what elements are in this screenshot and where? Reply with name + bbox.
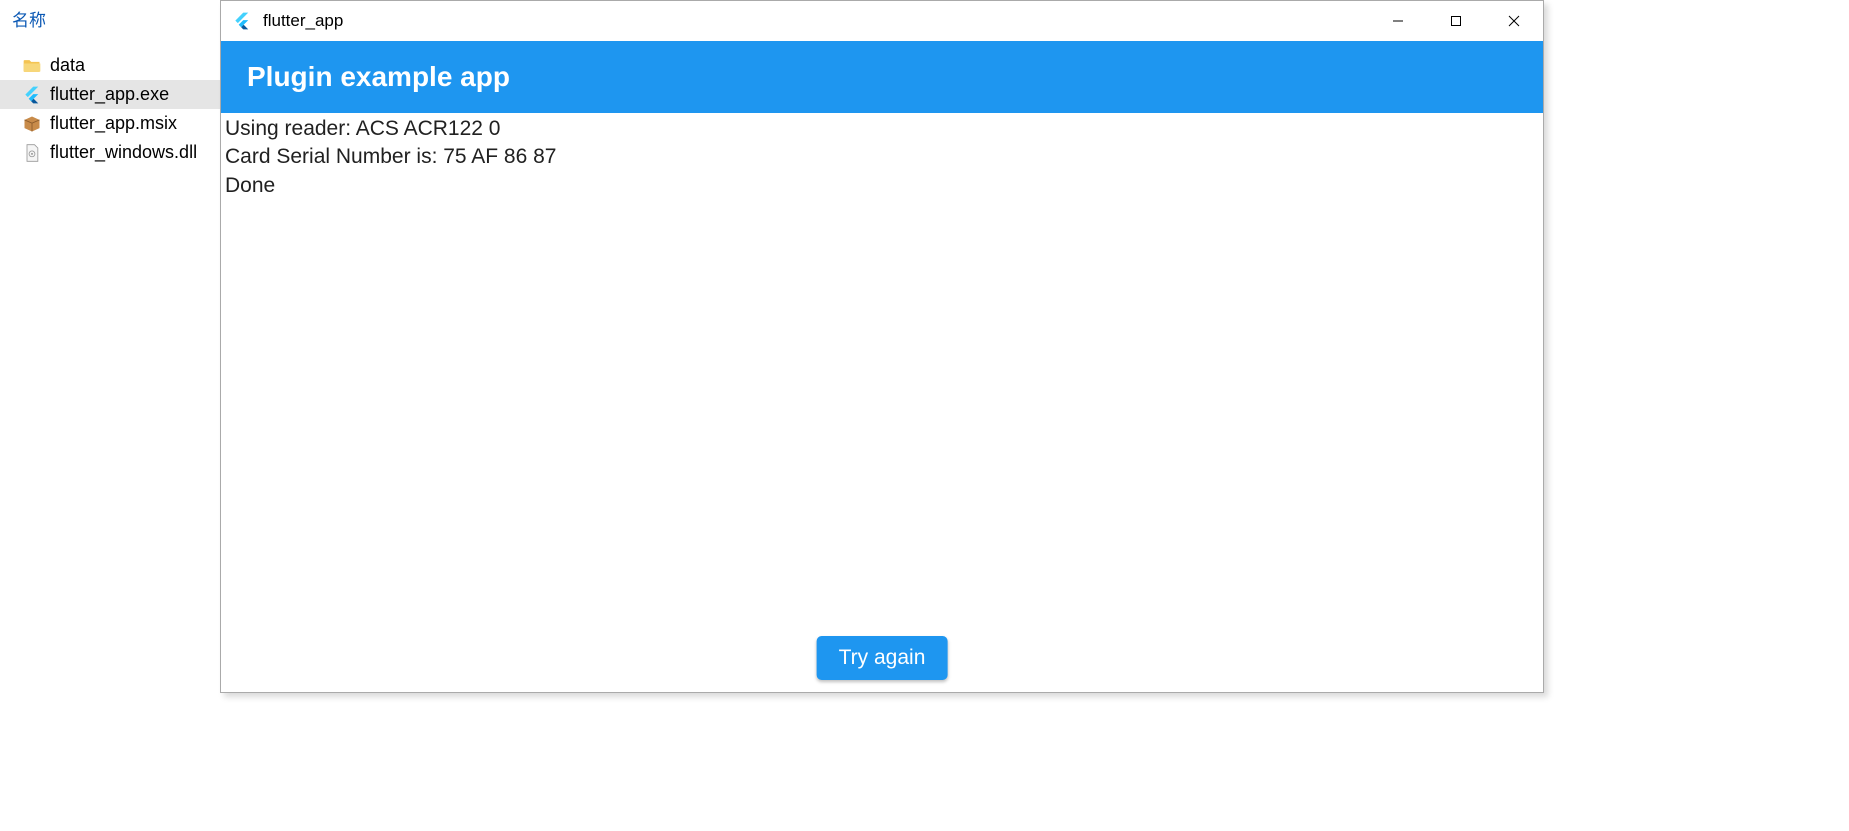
file-name: data [50, 55, 85, 76]
file-item[interactable]: flutter_app.msix [0, 109, 220, 138]
output-line: Done [225, 172, 1541, 200]
titlebar[interactable]: flutter_app [221, 1, 1543, 41]
file-item[interactable]: flutter_windows.dll [0, 138, 220, 167]
maximize-button[interactable] [1427, 1, 1485, 41]
flutter-icon [22, 85, 42, 105]
file-list: data flutter_app.exe flutter_app.msixflutt… [0, 51, 220, 167]
folder-icon [22, 56, 42, 76]
body-text: Using reader: ACS ACR122 0Card Serial Nu… [223, 115, 1541, 200]
app-window: flutter_app Plugin example app Using rea… [220, 0, 1544, 693]
explorer-panel: 名称 data flutter_app.exe flutter_app.msixfl… [0, 0, 220, 831]
explorer-column-header[interactable]: 名称 [0, 2, 220, 39]
app-title: Plugin example app [221, 41, 1543, 113]
minimize-button[interactable] [1369, 1, 1427, 41]
app-body: Using reader: ACS ACR122 0Card Serial Nu… [221, 113, 1543, 692]
flutter-icon [231, 10, 253, 32]
try-again-button[interactable]: Try again [817, 636, 948, 680]
file-item[interactable]: flutter_app.exe [0, 80, 220, 109]
window-title: flutter_app [263, 11, 1369, 31]
package-icon [22, 114, 42, 134]
output-line: Card Serial Number is: 75 AF 86 87 [225, 143, 1541, 171]
file-name: flutter_app.msix [50, 113, 177, 134]
close-button[interactable] [1485, 1, 1543, 41]
dll-icon [22, 143, 42, 163]
file-name: flutter_app.exe [50, 84, 169, 105]
file-item[interactable]: data [0, 51, 220, 80]
file-name: flutter_windows.dll [50, 142, 197, 163]
output-line: Using reader: ACS ACR122 0 [225, 115, 1541, 143]
